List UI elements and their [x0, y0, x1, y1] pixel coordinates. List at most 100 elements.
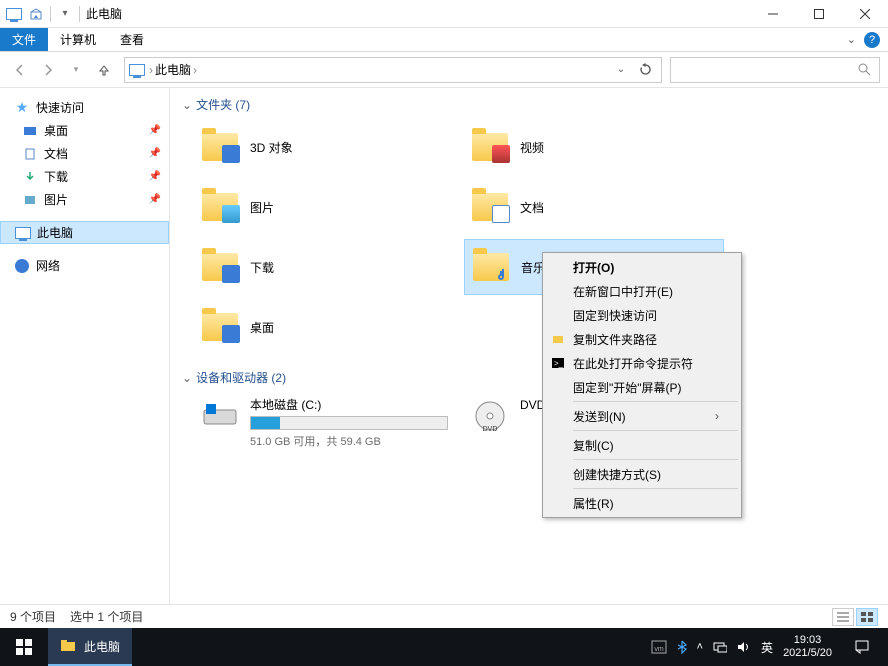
sidebar-item-label: 下载	[44, 168, 68, 185]
tray-volume-icon[interactable]	[737, 641, 751, 653]
downloads-icon	[22, 169, 38, 185]
tab-computer[interactable]: 计算机	[48, 28, 108, 51]
ctx-create-shortcut[interactable]: 创建快捷方式(S)	[545, 462, 739, 486]
help-icon[interactable]: ?	[864, 32, 880, 48]
ctx-open-new-window[interactable]: 在新窗口中打开(E)	[545, 279, 739, 303]
taskbar: 此电脑 vm ˄ 英 19:03 2021/5/20	[0, 628, 888, 666]
tray-notifications[interactable]	[842, 628, 882, 666]
status-items: 9 个项目	[10, 608, 56, 625]
folder-pictures[interactable]: 图片	[194, 179, 454, 235]
star-icon	[14, 100, 30, 116]
pin-icon: 📌	[149, 194, 161, 205]
tray-ime[interactable]: 英	[761, 639, 773, 656]
sidebar-quick-access[interactable]: 快速访问	[0, 96, 169, 119]
svg-text:DVD: DVD	[483, 426, 498, 433]
address-dropdown[interactable]: ⌄	[609, 58, 633, 82]
submenu-arrow-icon: ›	[715, 409, 719, 423]
sidebar-network[interactable]: 网络	[0, 254, 169, 277]
folder-label: 下载	[250, 259, 274, 276]
folder-icon	[200, 187, 240, 227]
ctx-pin-start[interactable]: 固定到"开始"屏幕(P)	[545, 375, 739, 399]
content-pane: ⌄ 文件夹 (7) 3D 对象 视频 图片 文档 下载	[170, 88, 888, 604]
view-icons-button[interactable]	[856, 608, 878, 626]
start-button[interactable]	[0, 628, 48, 666]
breadcrumb[interactable]: › 此电脑 ›	[149, 61, 197, 78]
folder-label: 图片	[250, 199, 274, 216]
taskbar-explorer[interactable]: 此电脑	[48, 628, 132, 666]
qat-dropdown-icon[interactable]: ▾	[57, 6, 73, 22]
drive-usage-bar	[250, 416, 448, 430]
ctx-send-to[interactable]: 发送到(N)›	[545, 404, 739, 428]
ctx-open[interactable]: 打开(O)	[545, 255, 739, 279]
folder-desktop[interactable]: 桌面	[194, 299, 454, 355]
search-icon	[858, 63, 871, 76]
sidebar-item-downloads[interactable]: 下载 📌	[0, 165, 169, 188]
folder-icon	[470, 127, 510, 167]
tray-bluetooth-icon[interactable]	[677, 640, 687, 654]
search-input[interactable]	[670, 57, 880, 83]
tray-clock[interactable]: 19:03 2021/5/20	[783, 634, 832, 660]
refresh-button[interactable]	[633, 58, 657, 82]
tab-view[interactable]: 查看	[108, 28, 156, 51]
title-bar: ▾ 此电脑	[0, 0, 888, 28]
clock-date: 2021/5/20	[783, 647, 832, 660]
pin-icon: 📌	[149, 125, 161, 136]
folder-downloads[interactable]: 下载	[194, 239, 454, 295]
folder-documents[interactable]: 文档	[464, 179, 724, 235]
this-pc-icon	[15, 225, 31, 241]
recent-dropdown[interactable]: ▾	[64, 58, 88, 82]
drive-icon	[200, 396, 240, 436]
context-menu: 打开(O) 在新窗口中打开(E) 固定到快速访问 复制文件夹路径 >_在此处打开…	[542, 252, 742, 518]
sidebar-item-desktop[interactable]: 桌面 📌	[0, 119, 169, 142]
pin-icon: 📌	[149, 171, 161, 182]
sidebar-item-label: 此电脑	[37, 224, 73, 241]
dvd-icon: DVD	[470, 396, 510, 436]
folder-label: 视频	[520, 139, 544, 156]
tray-chevron-up-icon[interactable]: ˄	[697, 641, 703, 653]
view-details-button[interactable]	[832, 608, 854, 626]
folder-videos[interactable]: 视频	[464, 119, 724, 175]
folder-icon	[200, 247, 240, 287]
group-folders[interactable]: ⌄ 文件夹 (7)	[182, 96, 876, 113]
tray-network-icon[interactable]	[713, 641, 727, 653]
tray-vm-icon[interactable]: vm	[651, 640, 667, 654]
ctx-properties[interactable]: 属性(R)	[545, 491, 739, 515]
folder-icon	[470, 187, 510, 227]
group-drives[interactable]: ⌄ 设备和驱动器 (2)	[182, 369, 876, 386]
sidebar-item-label: 图片	[44, 191, 68, 208]
sidebar-item-label: 快速访问	[36, 99, 84, 116]
ctx-copy-path[interactable]: 复制文件夹路径	[545, 327, 739, 351]
ctx-pin-quick[interactable]: 固定到快速访问	[545, 303, 739, 327]
address-icon	[129, 62, 145, 78]
folder-3d-objects[interactable]: 3D 对象	[194, 119, 454, 175]
nav-sidebar: 快速访问 桌面 📌 文档 📌 下载 📌 图片 📌 此电脑	[0, 88, 170, 604]
sidebar-this-pc[interactable]: 此电脑	[0, 221, 169, 244]
qat-props-icon[interactable]	[28, 6, 44, 22]
folder-label: 3D 对象	[250, 139, 293, 156]
ribbon-expand-icon[interactable]: ⌄	[847, 33, 856, 46]
maximize-button[interactable]	[796, 0, 842, 28]
folder-icon	[200, 127, 240, 167]
folder-icon	[60, 638, 76, 654]
minimize-button[interactable]	[750, 0, 796, 28]
tab-file[interactable]: 文件	[0, 28, 48, 51]
close-button[interactable]	[842, 0, 888, 28]
up-button[interactable]	[92, 58, 116, 82]
forward-button[interactable]	[36, 58, 60, 82]
back-button[interactable]	[8, 58, 32, 82]
network-icon	[14, 258, 30, 274]
ctx-separator	[573, 488, 738, 489]
drive-c[interactable]: 本地磁盘 (C:) 51.0 GB 可用，共 59.4 GB	[194, 392, 454, 453]
status-selected: 选中 1 个项目	[70, 608, 143, 625]
ribbon-tabs: 文件 计算机 查看 ⌄ ?	[0, 28, 888, 52]
drive-subtext: 51.0 GB 可用，共 59.4 GB	[250, 433, 448, 449]
sidebar-item-pictures[interactable]: 图片 📌	[0, 188, 169, 211]
pin-icon: 📌	[149, 148, 161, 159]
ctx-copy[interactable]: 复制(C)	[545, 433, 739, 457]
documents-icon	[22, 146, 38, 162]
address-bar[interactable]: › 此电脑 › ⌄	[124, 57, 662, 83]
pictures-icon	[22, 192, 38, 208]
sidebar-item-documents[interactable]: 文档 📌	[0, 142, 169, 165]
ctx-open-cmd[interactable]: >_在此处打开命令提示符	[545, 351, 739, 375]
app-icon	[6, 6, 22, 22]
